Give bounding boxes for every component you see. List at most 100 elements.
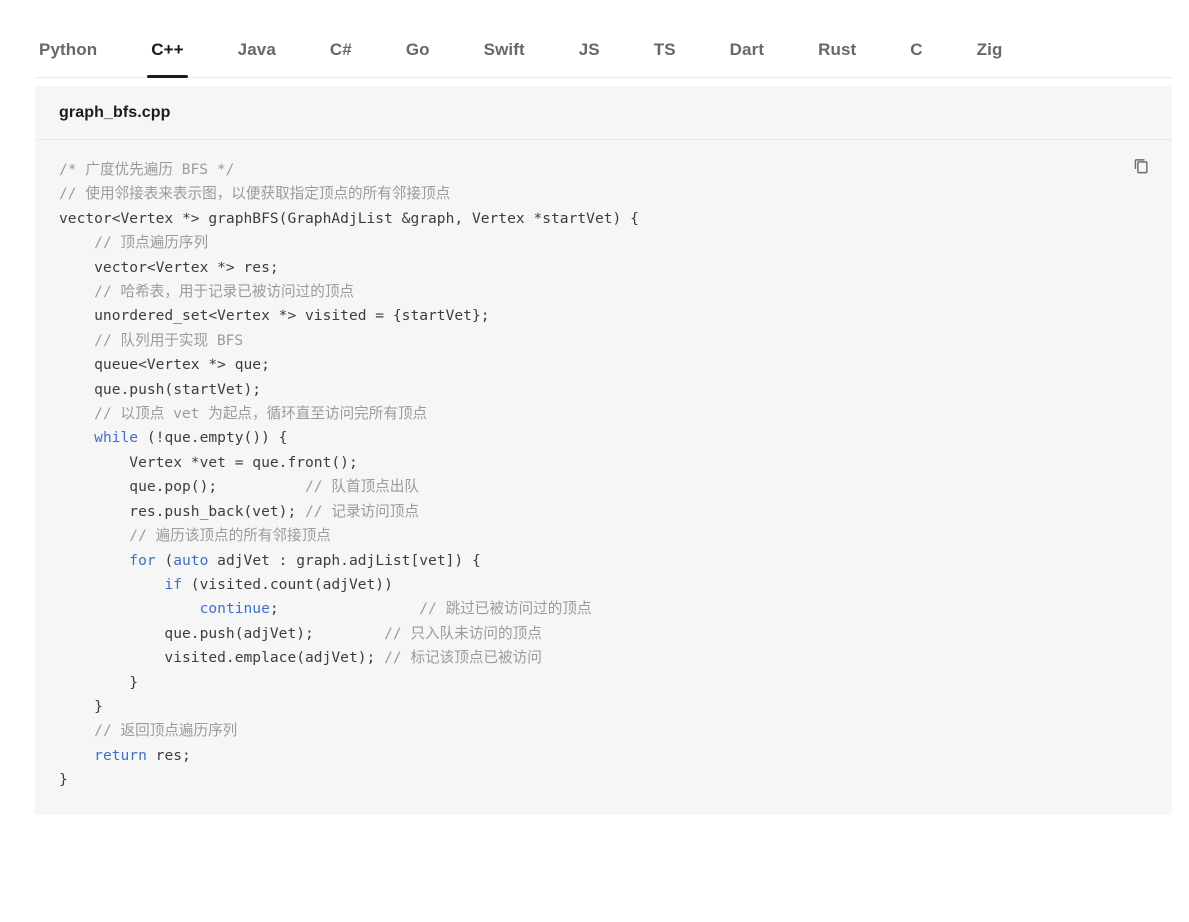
code-line: visited.emplace(adjVet); // 标记该顶点已被访问 (59, 649, 541, 667)
code-comment: // 以顶点 vet 为起点，循环直至访问完所有顶点 (94, 405, 428, 423)
code-keyword: if (164, 575, 183, 593)
code-line: continue; // 跳过已被访问过的顶点 (59, 600, 592, 617)
code-content[interactable]: /* 广度优先遍历 BFS */ // 使用邻接表来表示图，以便获取指定顶点的所… (59, 158, 1148, 793)
code-text: (visited.count(adjVet)) (182, 575, 393, 593)
code-file-header: graph_bfs.cpp (35, 86, 1172, 140)
code-line: while (!que.empty()) { (59, 429, 287, 446)
code-line: // 顶点遍历序列 (59, 234, 208, 251)
tab-label: Java (237, 39, 276, 59)
code-text: vector<Vertex *> res; (59, 258, 279, 276)
tab-label: JS (578, 39, 600, 59)
code-comment: // 哈希表，用于记录已被访问过的顶点 (94, 283, 355, 301)
code-comment: // 只入队未访问的顶点 (384, 624, 542, 642)
code-keyword: return (94, 746, 147, 764)
code-filename: graph_bfs.cpp (59, 103, 171, 121)
tab-label: Go (405, 39, 430, 59)
code-line: } (59, 674, 138, 691)
tab-label: C++ (151, 39, 184, 59)
code-comment: /* 广度优先遍历 BFS */ (59, 161, 235, 178)
code-text: } (59, 673, 139, 691)
language-tab-bar: Python C++ Java C# Go Swift JS TS Dart Rust C Zig (35, 22, 1172, 78)
tab-c[interactable]: C# (326, 22, 356, 77)
tab-go[interactable]: Go (402, 22, 434, 77)
code-line: } (59, 698, 103, 715)
code-line: // 以顶点 vet 为起点，循环直至访问完所有顶点 (59, 405, 427, 422)
code-line: que.push(startVet); (59, 381, 261, 398)
code-text: unordered_set<Vertex *> visited = {start… (59, 307, 490, 325)
tab-label: TS (653, 39, 676, 59)
code-text: que.push(startVet); (59, 380, 262, 398)
code-comment: // 返回顶点遍历序列 (94, 722, 238, 740)
tab-label: Rust (818, 39, 857, 59)
tab-c[interactable]: C (906, 22, 926, 77)
code-line: } (59, 771, 68, 788)
code-comment: // 使用邻接表来表示图，以便获取指定顶点的所有邻接顶点 (59, 185, 451, 203)
code-text: que.push(adjVet); (59, 624, 385, 642)
tab-c[interactable]: C++ (147, 22, 189, 78)
code-comment: // 遍历该顶点的所有邻接顶点 (129, 527, 331, 545)
tab-zig[interactable]: Zig (973, 22, 1007, 77)
code-text: adjVet : graph.adjList[vet]) { (208, 551, 481, 569)
code-line: que.pop(); // 队首顶点出队 (59, 478, 419, 495)
code-text: ; (269, 600, 420, 618)
code-text: res.push_back(vet); (59, 502, 306, 520)
code-comment: // 顶点遍历序列 (94, 234, 209, 252)
code-text: vector<Vertex *> graphBFS(GraphAdjList &… (59, 209, 639, 227)
code-line: // 遍历该顶点的所有邻接顶点 (59, 527, 331, 544)
code-line: /* 广度优先遍历 BFS */ (59, 161, 234, 178)
code-line: // 使用邻接表来表示图，以便获取指定顶点的所有邻接顶点 (59, 185, 450, 202)
code-line: for (auto adjVet : graph.adjList[vet]) { (59, 551, 481, 569)
tab-ts[interactable]: TS (650, 22, 680, 77)
code-line: que.push(adjVet); // 只入队未访问的顶点 (59, 624, 542, 642)
code-body: /* 广度优先遍历 BFS */ // 使用邻接表来表示图，以便获取指定顶点的所… (35, 140, 1172, 815)
code-text: visited.emplace(adjVet); (59, 649, 385, 667)
code-text: queue<Vertex *> que; (59, 356, 270, 374)
tab-java[interactable]: Java (234, 22, 280, 77)
code-text: ( (155, 551, 174, 569)
code-line: Vertex *vet = que.front(); (59, 454, 357, 471)
code-line: // 哈希表，用于记录已被访问过的顶点 (59, 283, 354, 300)
tab-js[interactable]: JS (575, 22, 604, 77)
code-keyword: while (94, 429, 139, 447)
tab-label: Python (39, 39, 98, 59)
tab-label: Swift (483, 39, 525, 59)
code-keyword: for (129, 551, 156, 569)
code-text: } (59, 697, 103, 715)
code-comment: // 跳过已被访问过的顶点 (419, 600, 592, 618)
tab-label: Zig (976, 39, 1003, 59)
code-keyword: auto (173, 551, 209, 569)
tab-label: C# (329, 39, 352, 59)
tab-swift[interactable]: Swift (480, 22, 529, 77)
code-comment: // 队列用于实现 BFS (94, 331, 244, 349)
tab-python[interactable]: Python (35, 22, 101, 77)
code-line: vector<Vertex *> graphBFS(GraphAdjList &… (59, 210, 639, 227)
tab-dart[interactable]: Dart (726, 22, 768, 77)
code-line: return res; (59, 747, 191, 764)
code-line: unordered_set<Vertex *> visited = {start… (59, 307, 490, 325)
code-line: if (visited.count(adjVet)) (59, 575, 393, 593)
tab-label: C (910, 39, 923, 59)
code-line: // 返回顶点遍历序列 (59, 722, 237, 739)
page-root: Python C++ Java C# Go Swift JS TS Dart Rust C Zig g… (0, 0, 1189, 922)
code-line: res.push_back(vet); // 记录访问顶点 (59, 503, 419, 520)
code-text: } (59, 771, 68, 789)
copy-icon-glyph (1134, 159, 1148, 174)
copy-icon[interactable] (1128, 152, 1154, 178)
code-text: (!que.empty()) { (138, 429, 288, 447)
code-comment: // 队首顶点出队 (305, 478, 419, 496)
code-comment: // 记录访问顶点 (305, 502, 419, 520)
code-line: queue<Vertex *> que; (59, 356, 270, 373)
tab-rust[interactable]: Rust (814, 22, 860, 77)
code-block-card: graph_bfs.cpp /* 广度优先遍历 BFS */ // 使用邻接表来… (35, 86, 1172, 815)
code-text: res; (146, 746, 191, 764)
